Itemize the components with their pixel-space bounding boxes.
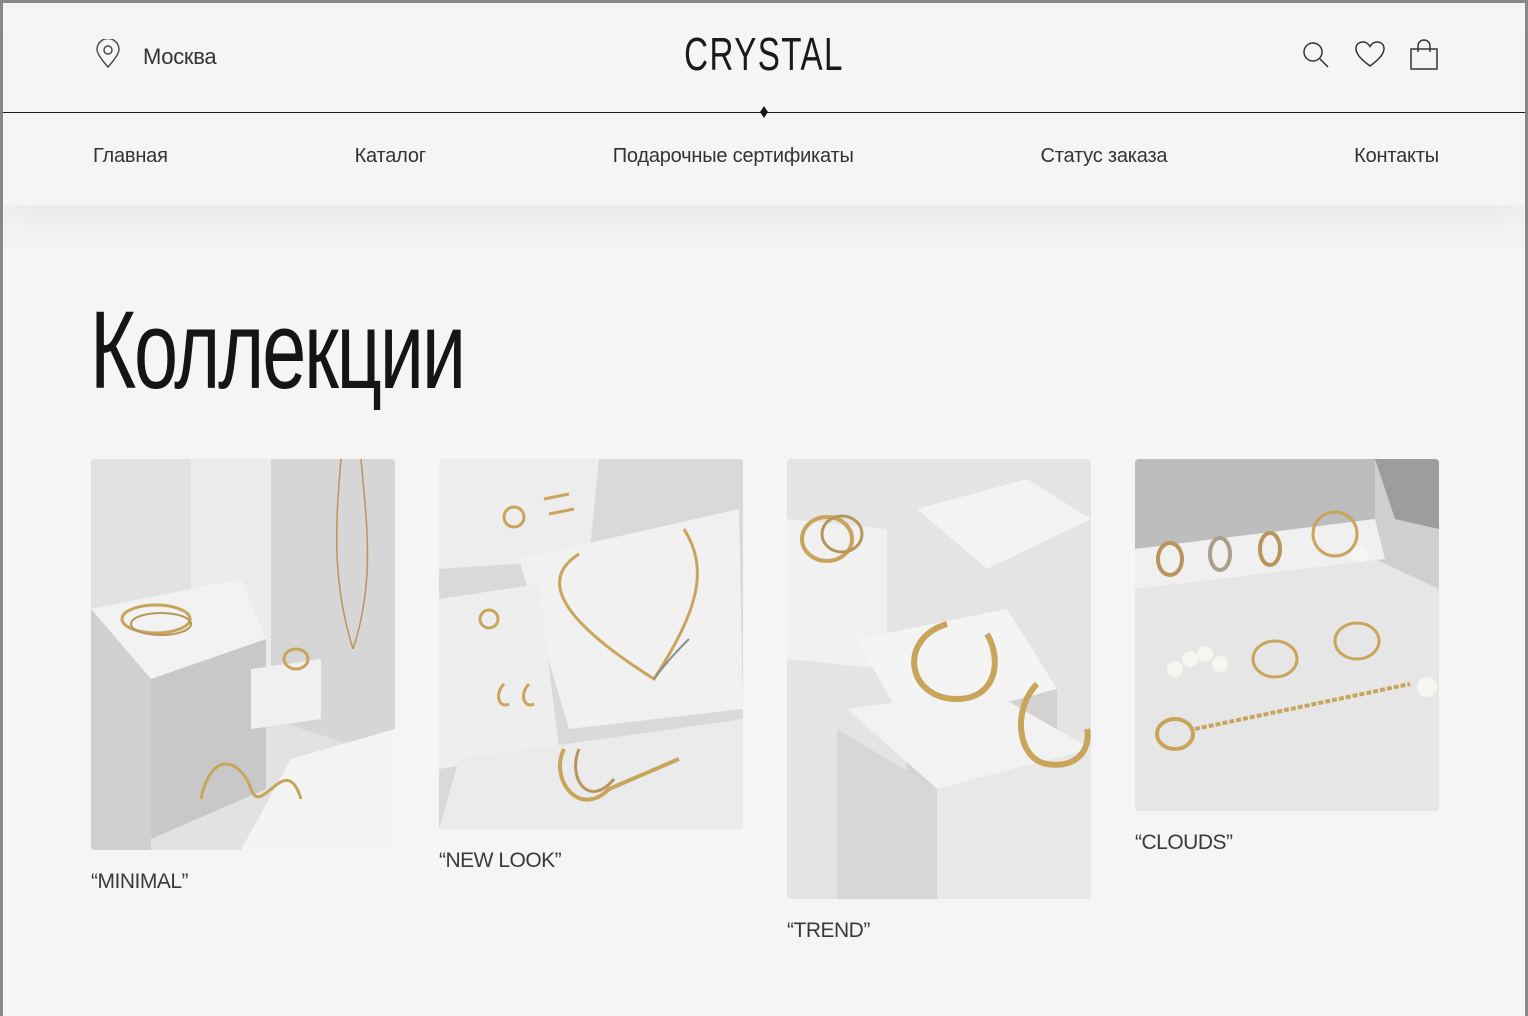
nav-item-gift-certificates[interactable]: Подарочные сертификаты <box>613 145 854 168</box>
collection-caption: “TREND” <box>787 919 870 942</box>
collection-caption: “NEW LOOK” <box>439 849 562 872</box>
jewelry-photo-illustration <box>91 459 395 850</box>
site-header: Москва CRYSTAL Главная Каталог Подарочны… <box>3 3 1525 205</box>
city-selector[interactable]: Москва <box>95 37 217 74</box>
header-icons <box>1301 39 1439 71</box>
collection-photo <box>439 459 743 829</box>
collection-photo <box>1135 459 1439 811</box>
collection-card-clouds[interactable]: “CLOUDS” <box>1135 459 1439 855</box>
map-pin-icon <box>95 37 121 74</box>
site-logo[interactable]: CRYSTAL <box>216 27 1312 81</box>
jewelry-photo-illustration <box>787 459 1091 899</box>
collection-card-minimal[interactable]: “MINIMAL” <box>91 459 395 894</box>
nav-item-order-status[interactable]: Статус заказа <box>1040 145 1167 168</box>
nav-item-catalog[interactable]: Каталог <box>355 145 427 168</box>
jewelry-photo-illustration <box>1135 459 1439 811</box>
collection-card-new-look[interactable]: “NEW LOOK” <box>439 459 743 873</box>
heart-icon[interactable] <box>1355 39 1385 71</box>
collection-photo <box>91 459 395 850</box>
collection-caption: “CLOUDS” <box>1135 831 1233 854</box>
top-bar: Москва CRYSTAL <box>3 3 1525 112</box>
diamond-ornament-icon <box>760 106 768 118</box>
main-nav: Главная Каталог Подарочные сертификаты С… <box>93 145 1439 168</box>
collection-card-trend[interactable]: “TREND” <box>787 459 1091 943</box>
collection-photo <box>787 459 1091 899</box>
page-title: Коллекции <box>90 289 466 412</box>
nav-item-home[interactable]: Главная <box>93 145 168 168</box>
collection-caption: “MINIMAL” <box>91 870 189 893</box>
bag-icon[interactable] <box>1409 39 1439 71</box>
city-label: Москва <box>143 43 217 69</box>
nav-item-contacts[interactable]: Контакты <box>1354 145 1439 168</box>
search-icon[interactable] <box>1301 39 1331 71</box>
jewelry-photo-illustration <box>439 459 743 829</box>
